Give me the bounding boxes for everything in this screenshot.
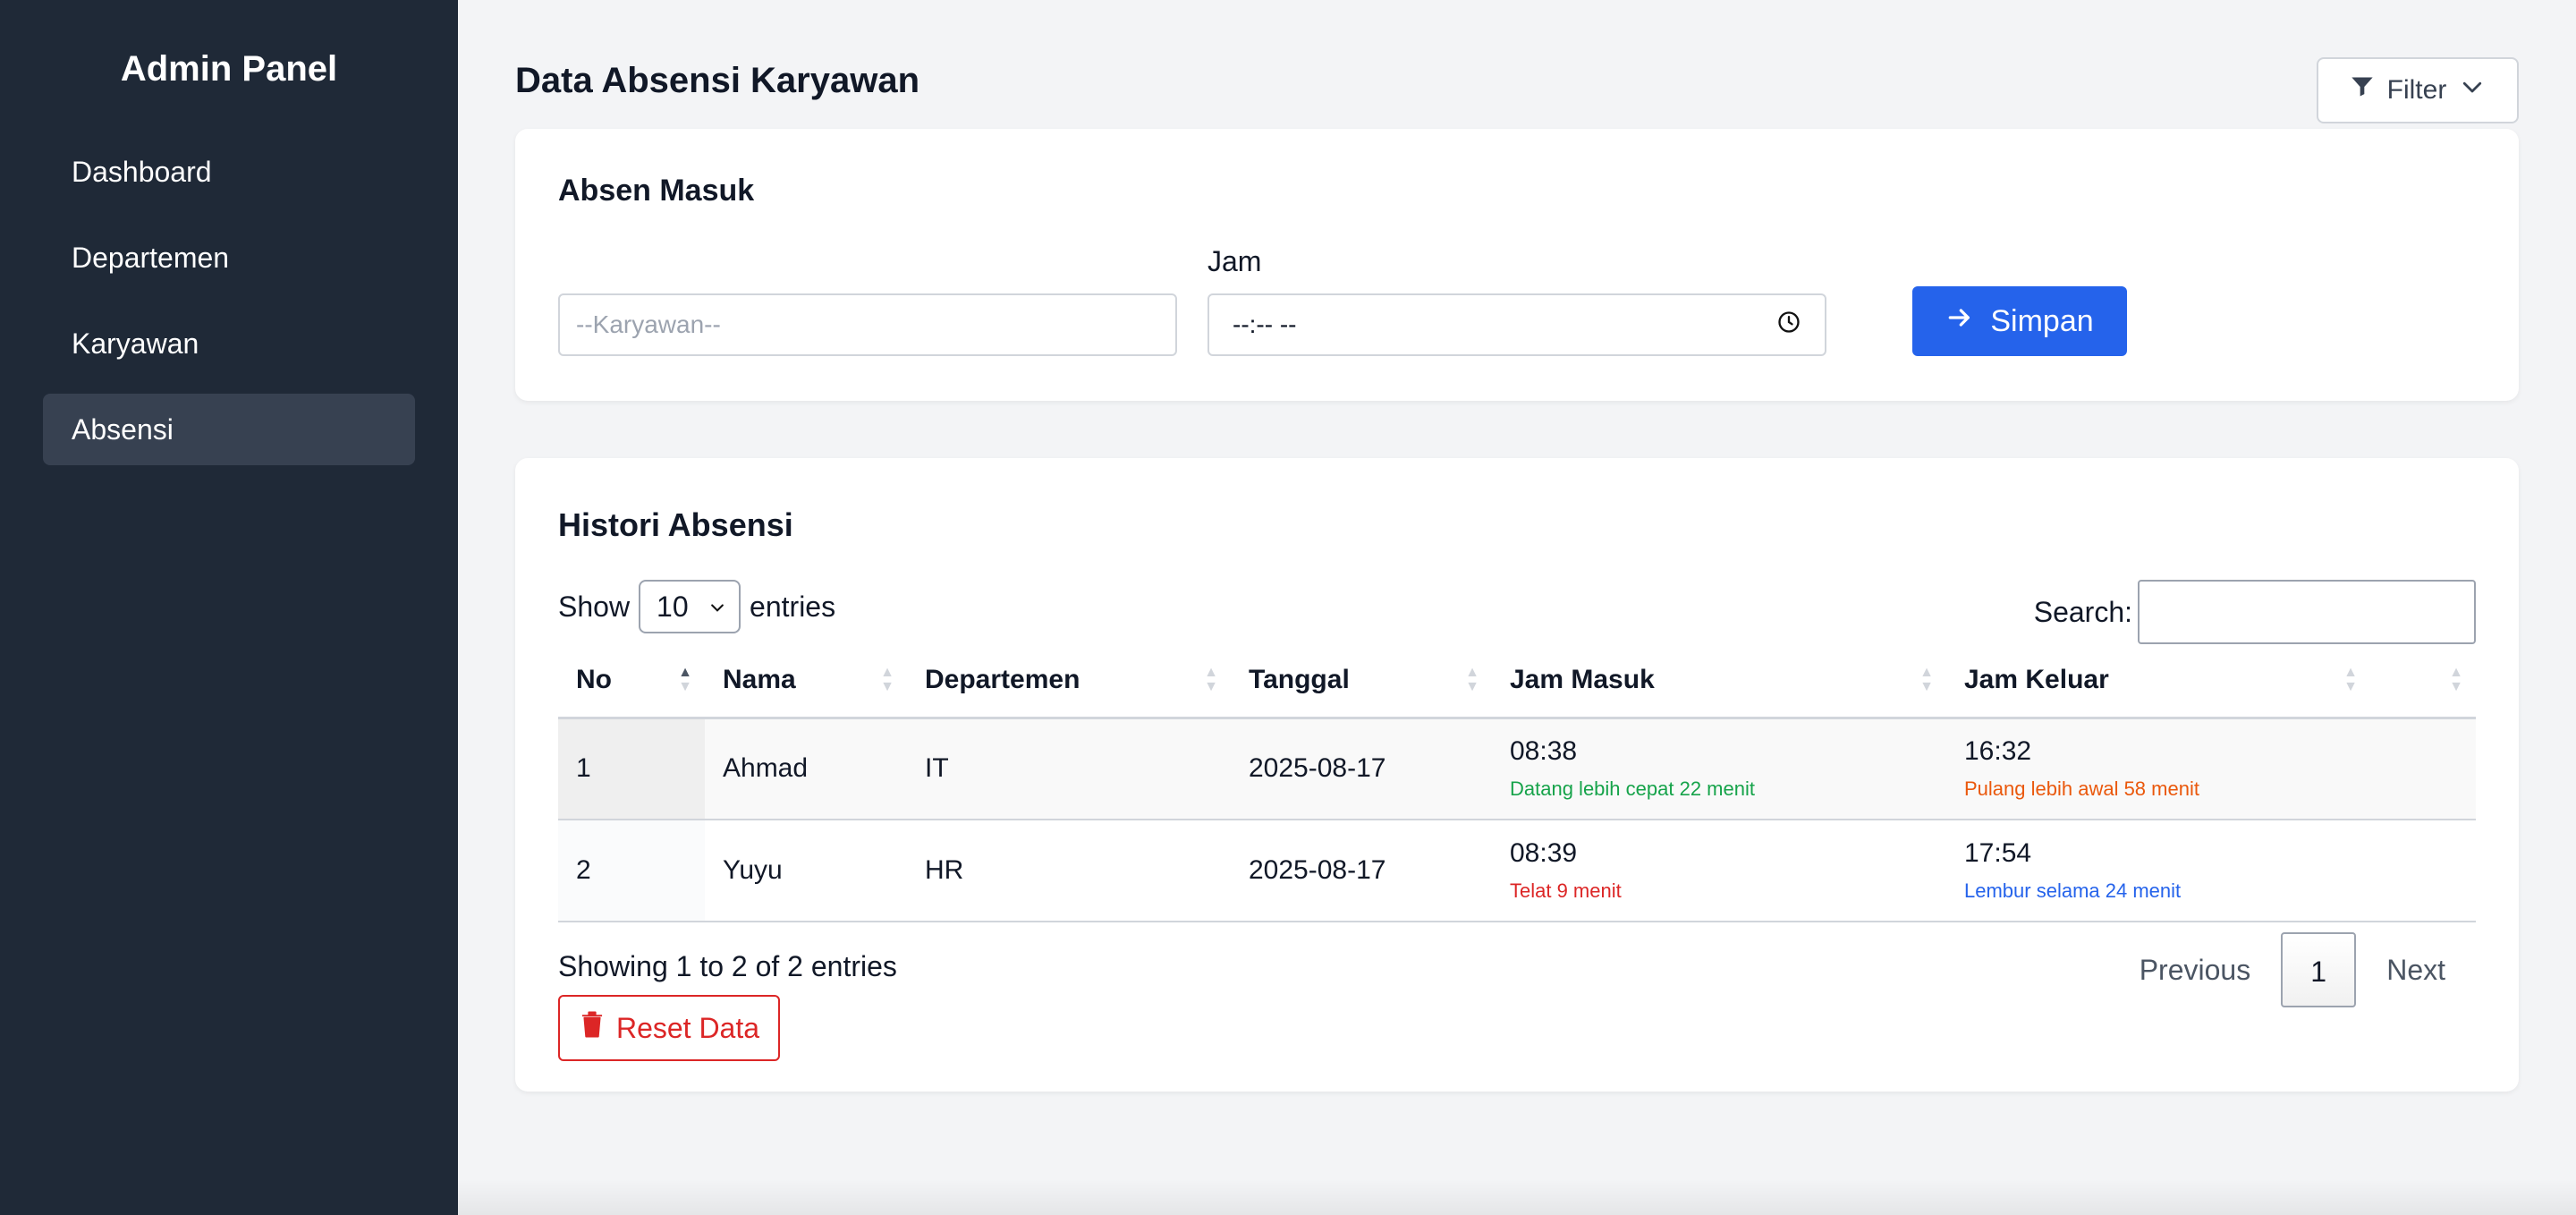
time-input-value: --:-- -- [1233, 310, 1297, 338]
cell-departemen: IT [907, 718, 1231, 820]
sort-icon: ▲ ▼ [880, 665, 894, 695]
histori-title: Histori Absensi [558, 506, 793, 543]
jam-keluar-value: 16:32 [1964, 736, 2032, 767]
absen-masuk-card: Absen Masuk --Karyawan-- Jam --:-- -- Si… [515, 129, 2519, 401]
column-header-departemen[interactable]: Departemen ▲ ▼ [907, 644, 1231, 719]
search-input[interactable] [2138, 580, 2476, 644]
page-title: Data Absensi Karyawan [515, 61, 920, 100]
table-header-row: No ▲ ▼ Nama ▲ ▼ Departemen ▲ ▼ Tanggal ▲ ▼ [558, 644, 2476, 719]
pagination-next[interactable]: Next [2356, 932, 2476, 1007]
simpan-button[interactable]: Simpan [1912, 286, 2127, 356]
sort-icon: ▲ ▼ [2343, 665, 2358, 695]
entries-select-value: 10 [657, 590, 689, 623]
search-control: Search: [2034, 580, 2476, 644]
time-input[interactable]: --:-- -- [1208, 293, 1826, 356]
entries-length-control: Show 10 entries [558, 580, 835, 633]
column-header-nama[interactable]: Nama ▲ ▼ [705, 644, 907, 719]
trash-icon [579, 1010, 606, 1046]
sort-icon: ▲ ▼ [2449, 665, 2463, 695]
jam-masuk-note: Datang lebih cepat 22 menit [1510, 777, 1755, 801]
jam-masuk-value: 08:39 [1510, 838, 1578, 868]
entries-label: entries [750, 590, 836, 623]
cell-nama: Yuyu [705, 820, 907, 922]
cell-tanggal: 2025-08-17 [1231, 718, 1492, 820]
table-row: 2 Yuyu HR 2025-08-17 08:39 Telat 9 menit… [558, 820, 2476, 922]
cell-actions [2370, 820, 2476, 922]
jam-keluar-value: 17:54 [1964, 838, 2032, 868]
entries-select[interactable]: 10 [639, 580, 741, 633]
sidebar-item-absensi[interactable]: Absensi [43, 394, 415, 465]
jam-label: Jam [1208, 245, 1262, 277]
chevron-down-icon [2459, 73, 2486, 107]
cell-no: 2 [558, 820, 705, 922]
jam-keluar-note: Lembur selama 24 menit [1964, 879, 2182, 902]
search-label: Search: [2033, 595, 2132, 628]
table-info: Showing 1 to 2 of 2 entries [558, 950, 897, 982]
sidebar-nav: Dashboard Departemen Karyawan Absensi [0, 136, 458, 465]
jam-masuk-value: 08:38 [1510, 736, 1578, 767]
cell-jam-keluar: 17:54 Lembur selama 24 menit [1946, 820, 2370, 922]
arrow-right-icon [1945, 303, 1974, 340]
sidebar: Admin Panel Dashboard Departemen Karyawa… [0, 0, 458, 1215]
filter-button[interactable]: Filter [2317, 57, 2519, 123]
brand-title: Admin Panel [120, 49, 338, 89]
column-header-actions[interactable]: ▲ ▼ [2370, 644, 2476, 719]
reset-data-label: Reset Data [615, 1011, 760, 1044]
cell-actions [2370, 718, 2476, 820]
clock-icon [1776, 310, 1801, 341]
column-header-jam-masuk[interactable]: Jam Masuk ▲ ▼ [1492, 644, 1946, 719]
cell-tanggal: 2025-08-17 [1231, 820, 1492, 922]
reset-data-button[interactable]: Reset Data [558, 995, 780, 1061]
sort-icon: ▲ ▼ [1465, 665, 1479, 695]
cell-departemen: HR [907, 820, 1231, 922]
main-content: Data Absensi Karyawan Filter Absen Masuk… [458, 0, 2576, 1215]
sidebar-item-dashboard[interactable]: Dashboard [43, 136, 415, 208]
pagination: Previous 1 Next [2109, 932, 2476, 1007]
cell-jam-keluar: 16:32 Pulang lebih awal 58 menit [1946, 718, 2370, 820]
jam-masuk-note: Telat 9 menit [1510, 879, 1622, 902]
employee-select-input[interactable]: --Karyawan-- [558, 293, 1177, 356]
attendance-table: No ▲ ▼ Nama ▲ ▼ Departemen ▲ ▼ Tanggal ▲ ▼ [558, 644, 2476, 922]
show-label: Show [558, 590, 631, 623]
column-header-tanggal[interactable]: Tanggal ▲ ▼ [1231, 644, 1492, 719]
absen-masuk-title: Absen Masuk [558, 174, 755, 208]
filter-label: Filter [2386, 75, 2447, 105]
column-header-no[interactable]: No ▲ ▼ [558, 644, 705, 719]
sort-icon: ▲ ▼ [1919, 665, 1934, 695]
cell-no: 1 [558, 718, 705, 820]
cell-jam-masuk: 08:39 Telat 9 menit [1492, 820, 1946, 922]
sort-icon: ▲ ▼ [678, 665, 692, 695]
sort-icon: ▲ ▼ [1204, 665, 1218, 695]
jam-keluar-note: Pulang lebih awal 58 menit [1964, 777, 2199, 801]
histori-absensi-card: Histori Absensi Show 10 entries Search: … [515, 458, 2519, 1092]
filter-icon [2350, 74, 2375, 106]
table-row: 1 Ahmad IT 2025-08-17 08:38 Datang lebih… [558, 718, 2476, 820]
column-header-jam-keluar[interactable]: Jam Keluar ▲ ▼ [1946, 644, 2370, 719]
chevron-down-icon [708, 591, 726, 624]
pagination-previous[interactable]: Previous [2109, 932, 2282, 1007]
simpan-label: Simpan [1990, 303, 2094, 338]
cell-jam-masuk: 08:38 Datang lebih cepat 22 menit [1492, 718, 1946, 820]
sidebar-item-karyawan[interactable]: Karyawan [43, 308, 415, 379]
cell-nama: Ahmad [705, 718, 907, 820]
sidebar-item-departemen[interactable]: Departemen [43, 222, 415, 293]
bottom-shadow [458, 1179, 2576, 1215]
pagination-page-1[interactable]: 1 [2281, 932, 2357, 1007]
